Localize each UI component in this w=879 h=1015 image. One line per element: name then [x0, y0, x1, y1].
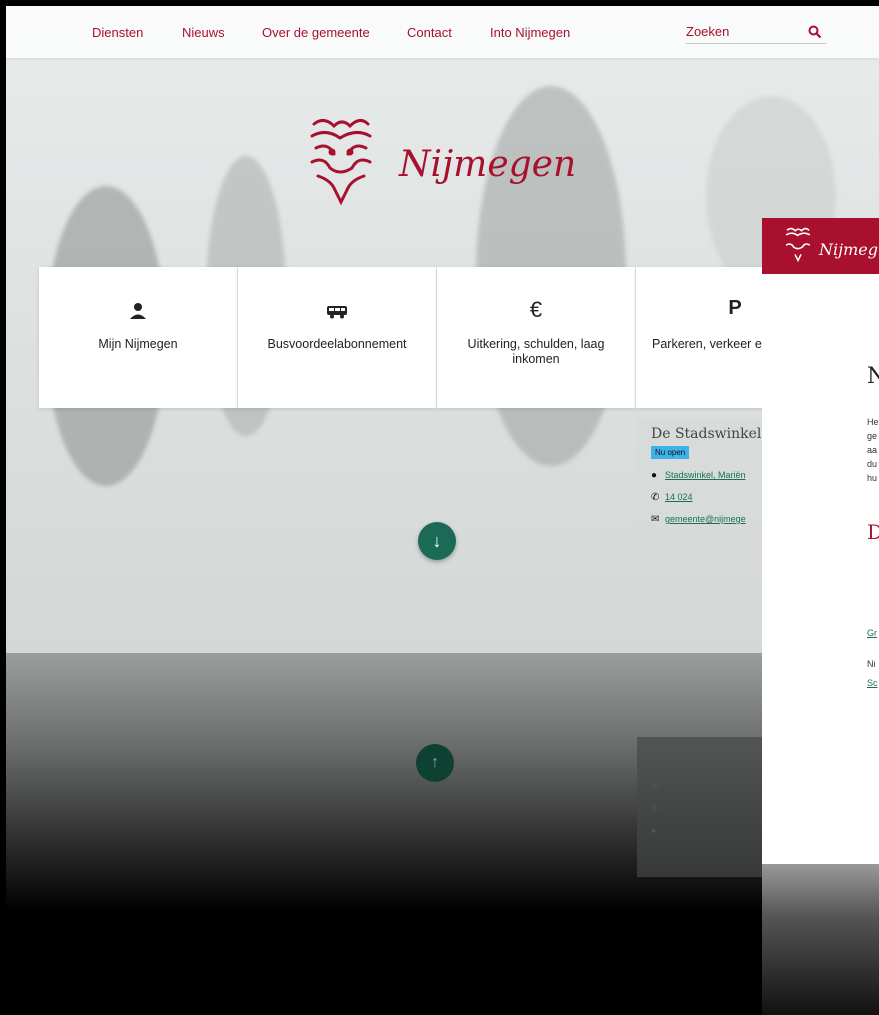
- homepage: Diensten Nieuws Over de gemeente Contact…: [6, 6, 879, 653]
- nav-contact[interactable]: Contact: [407, 25, 452, 40]
- panel-footer-fade: [762, 864, 879, 1015]
- card-mijn-nijmegen[interactable]: Mijn Nijmegen: [39, 267, 238, 408]
- nav-into-nijmegen[interactable]: Into Nijmegen: [490, 25, 570, 40]
- search-icon[interactable]: [808, 25, 822, 39]
- panel-text: Ni: [867, 659, 876, 669]
- card-busvoordeelabonnement[interactable]: Busvoordeelabonnement: [238, 267, 437, 408]
- card-label: Uitkering, schulden, laag inkomen: [467, 337, 605, 366]
- nav-diensten[interactable]: Diensten: [92, 25, 143, 40]
- service-cards: Mijn Nijmegen Busvoordeelabonnement € Ui…: [39, 267, 879, 408]
- email-link[interactable]: ✉ gemeente@nijmege: [651, 514, 746, 525]
- reflected-info: ✉ ✆ ●: [637, 737, 762, 877]
- page-reflection: ↑ ✉ ✆ ●: [6, 653, 762, 910]
- bus-icon: [238, 302, 436, 325]
- status-badge: Nu open: [651, 446, 690, 459]
- scroll-down-button[interactable]: ↓: [418, 522, 456, 560]
- panel-heading: N: [867, 364, 879, 389]
- card-label: Mijn Nijmegen: [98, 337, 178, 351]
- search-input[interactable]: Zoeken: [686, 23, 826, 44]
- panel-logo-text: Nijmeg: [819, 240, 878, 259]
- euro-icon: €: [529, 297, 543, 322]
- search-placeholder: Zoeken: [686, 24, 730, 39]
- card-label: Busvoordeelabonnement: [267, 337, 407, 351]
- mail-icon: ✉: [651, 514, 660, 525]
- lion-crest-icon: [310, 119, 372, 206]
- person-icon: [39, 302, 237, 326]
- nav-over-de-gemeente[interactable]: Over de gemeente: [262, 25, 370, 40]
- panel-link[interactable]: Gr: [867, 628, 877, 638]
- lion-crest-icon: [785, 227, 811, 262]
- reflected-row: ✆: [651, 803, 659, 813]
- phone-icon: ✆: [651, 492, 660, 503]
- info-title: De Stadswinkel: [651, 426, 762, 442]
- card-uitkering[interactable]: € Uitkering, schulden, laag inkomen: [437, 267, 636, 408]
- panel-link[interactable]: Sc: [867, 678, 878, 688]
- phone-link[interactable]: ✆ 14 024: [651, 492, 693, 503]
- side-panel-page: Nijmeg N He ge aa du hu D Gr Ni Sc: [762, 218, 879, 1015]
- reflected-button: ↑: [416, 744, 454, 782]
- arrow-down-icon: ↓: [432, 531, 442, 551]
- logo-text: Nijmegen: [399, 144, 577, 185]
- top-navigation: Diensten Nieuws Over de gemeente Contact…: [6, 6, 879, 58]
- reflected-row: ✉: [651, 781, 659, 791]
- nijmegen-logo[interactable]: Nijmegen: [304, 114, 584, 214]
- location-icon: ●: [651, 470, 658, 481]
- nav-nieuws[interactable]: Nieuws: [182, 25, 225, 40]
- address-link[interactable]: ● Stadswinkel, Mariën: [651, 470, 746, 481]
- panel-header: Nijmeg: [762, 218, 879, 274]
- reflected-row: ●: [651, 825, 657, 835]
- stadswinkel-info: De Stadswinkel Nu open ● Stadswinkel, Mar…: [637, 418, 777, 574]
- panel-subheading: D: [867, 520, 879, 544]
- panel-paragraph: He ge aa du hu: [867, 417, 879, 483]
